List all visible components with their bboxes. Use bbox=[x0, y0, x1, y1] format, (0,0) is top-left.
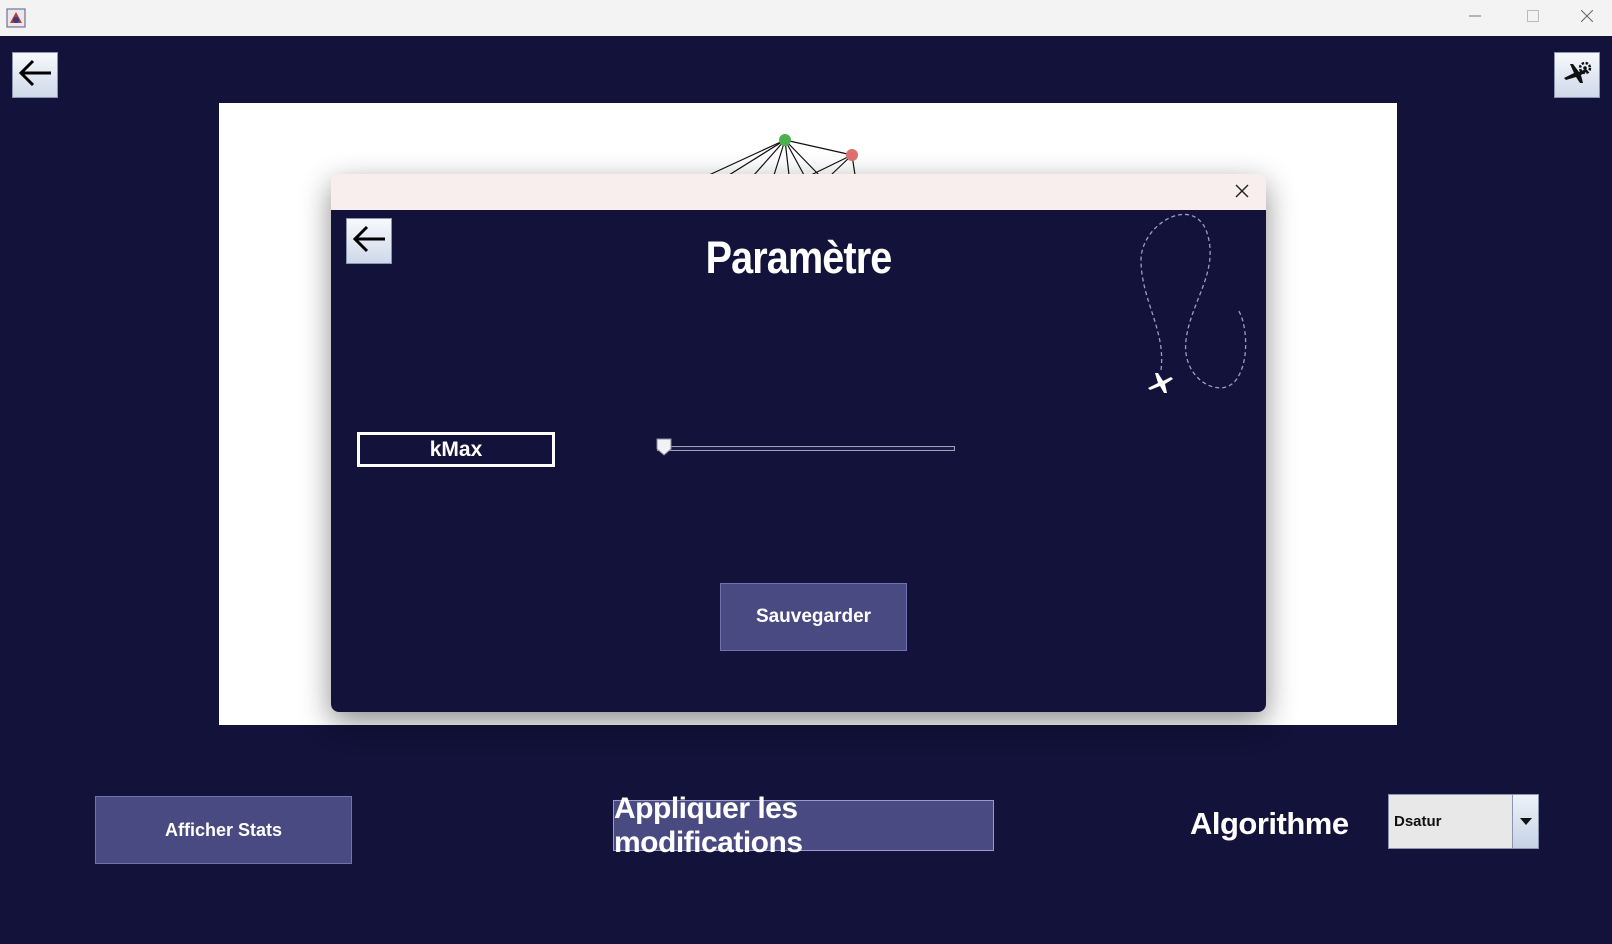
maximize-icon bbox=[1527, 9, 1539, 27]
kmax-label: kMax bbox=[357, 432, 555, 467]
chevron-down-icon bbox=[1519, 813, 1532, 831]
dialog-close-button[interactable] bbox=[1231, 182, 1253, 204]
dialog-back-button[interactable] bbox=[346, 218, 392, 264]
maximize-button[interactable] bbox=[1504, 0, 1562, 36]
save-button[interactable]: Sauvegarder bbox=[720, 583, 907, 651]
app-icon bbox=[6, 8, 26, 28]
kmax-slider-track[interactable] bbox=[657, 446, 955, 451]
graph-node[interactable] bbox=[779, 134, 791, 146]
arrow-left-icon bbox=[15, 53, 55, 98]
graph-node[interactable] bbox=[846, 149, 858, 161]
apply-changes-button[interactable]: Appliquer les modifications bbox=[613, 792, 994, 859]
minimize-icon bbox=[1469, 9, 1481, 27]
minimize-button[interactable] bbox=[1446, 0, 1504, 36]
airplane-gear-icon bbox=[1560, 56, 1594, 95]
settings-button[interactable] bbox=[1554, 52, 1600, 98]
arrow-left-icon bbox=[349, 219, 389, 264]
airplane-icon bbox=[1146, 368, 1176, 403]
algorithm-select[interactable]: Dsatur bbox=[1388, 794, 1539, 849]
close-window-button[interactable] bbox=[1562, 0, 1612, 36]
window-titlebar bbox=[0, 0, 1612, 36]
close-icon bbox=[1580, 9, 1594, 27]
dialog-body: Paramètre kMax Sauvegarder bbox=[331, 210, 1266, 712]
dialog-title: Paramètre bbox=[705, 232, 893, 283]
show-stats-button[interactable]: Afficher Stats bbox=[95, 796, 352, 864]
close-icon bbox=[1235, 184, 1249, 203]
dialog-titlebar bbox=[331, 174, 1266, 210]
algorithm-label: Algorithme bbox=[1190, 806, 1349, 841]
algorithm-dropdown-button[interactable] bbox=[1512, 795, 1538, 848]
algorithm-selected-value: Dsatur bbox=[1394, 813, 1442, 830]
kmax-slider-thumb[interactable] bbox=[656, 438, 672, 456]
back-button[interactable] bbox=[12, 52, 58, 98]
settings-dialog: Paramètre kMax Sauvegarder bbox=[331, 174, 1266, 712]
